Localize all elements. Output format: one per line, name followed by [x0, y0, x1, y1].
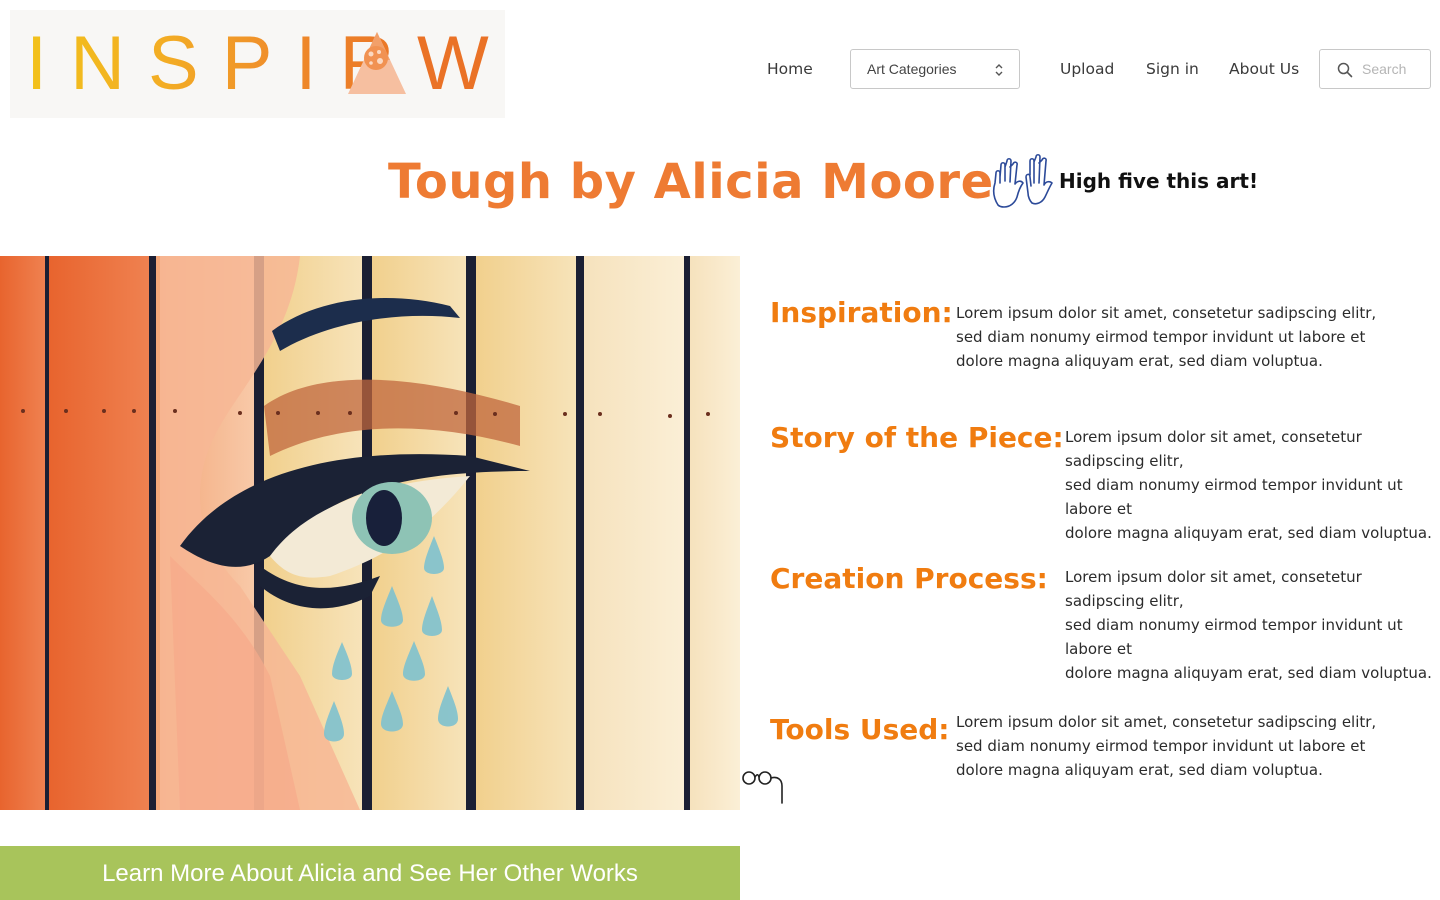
- art-categories-select[interactable]: Art Categories: [850, 49, 1020, 89]
- section-heading-creation-process: Creation Process:: [770, 562, 1048, 595]
- site-logo[interactable]: INSPIR W: [10, 10, 505, 118]
- pince-nez-glasses-icon: [742, 771, 783, 804]
- updown-chevron-icon: [995, 64, 1003, 76]
- search-icon: [1337, 62, 1353, 78]
- artwork-image: [0, 256, 740, 810]
- logo-a-mountain-icon: [348, 32, 406, 94]
- logo-wordmark-right: W: [417, 21, 489, 106]
- nav-about-link[interactable]: About Us: [1229, 57, 1299, 81]
- nav-upload-link[interactable]: Upload: [1060, 57, 1114, 81]
- art-categories-select-label: Art Categories: [867, 61, 957, 77]
- section-body-tools-used: Lorem ipsum dolor sit amet, consetetur s…: [956, 713, 1377, 779]
- learn-more-artist-button[interactable]: Learn More About Alicia and See Her Othe…: [0, 846, 740, 900]
- section-body-inspiration: Lorem ipsum dolor sit amet, consetetur s…: [956, 304, 1377, 370]
- high-five-label[interactable]: High five this art!: [1059, 169, 1258, 193]
- raised-hands-icon[interactable]: [990, 153, 1056, 211]
- section-heading-story: Story of the Piece:: [770, 421, 1064, 454]
- nav-signin-link[interactable]: Sign in: [1146, 57, 1199, 81]
- search-box[interactable]: [1319, 49, 1431, 89]
- nav-home-link[interactable]: Home: [767, 57, 813, 81]
- section-body-story: Lorem ipsum dolor sit amet, consetetur s…: [1065, 428, 1432, 542]
- section-body-creation-process: Lorem ipsum dolor sit amet, consetetur s…: [1065, 568, 1432, 682]
- artwork-title: Tough by Alicia Moore: [388, 154, 994, 210]
- search-input[interactable]: [1362, 50, 1428, 88]
- section-heading-inspiration: Inspiration:: [770, 296, 953, 329]
- section-heading-tools-used: Tools Used:: [770, 713, 950, 746]
